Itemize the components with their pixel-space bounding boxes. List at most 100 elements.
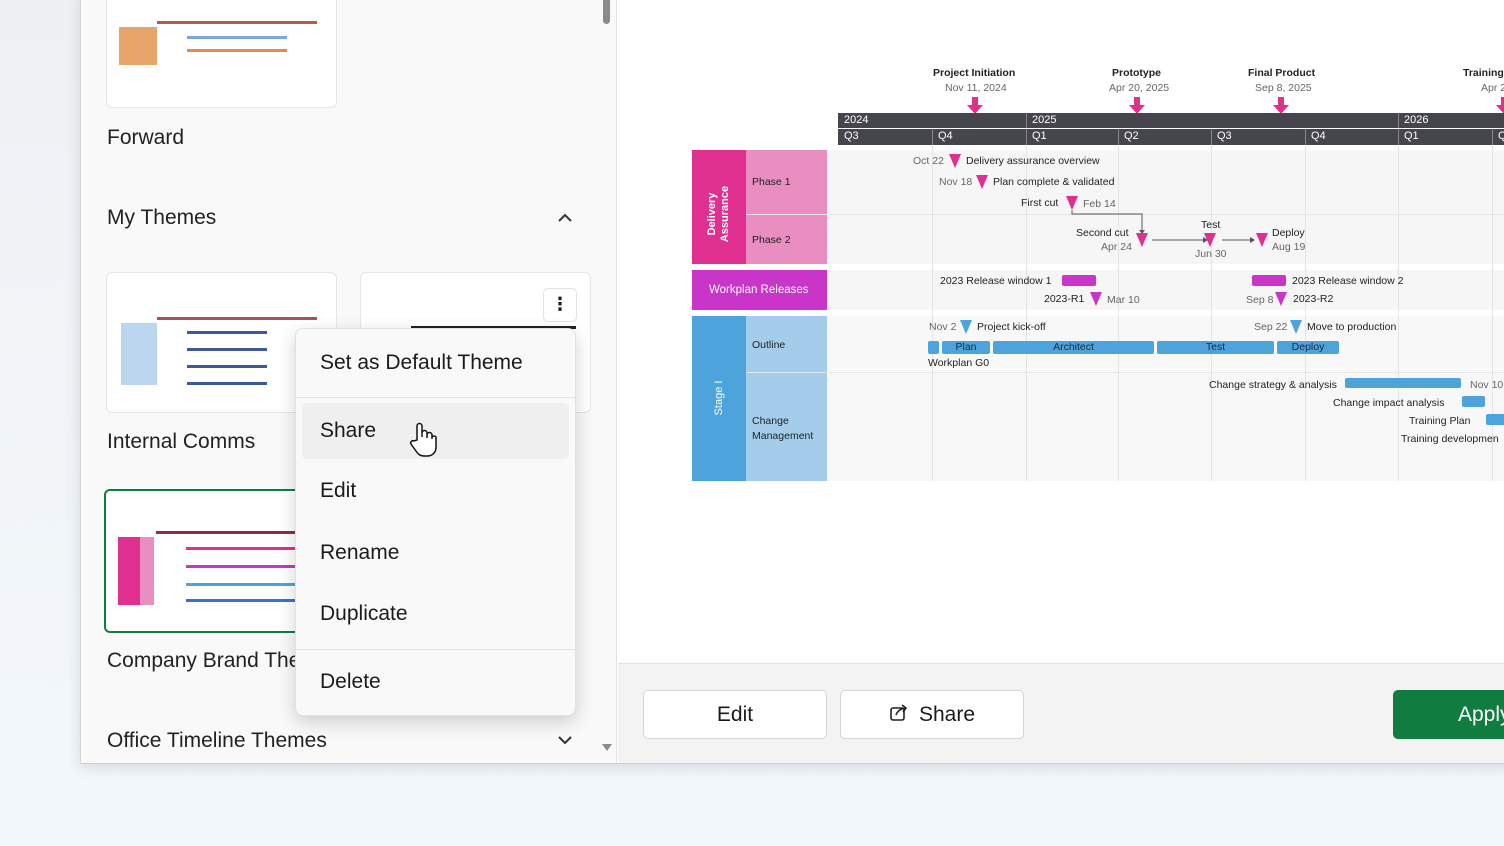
quarter-divider — [1211, 129, 1212, 145]
share-label: Share — [918, 702, 976, 726]
milestone-marker — [1204, 233, 1216, 247]
milestone-marker — [960, 320, 972, 334]
quarter-label: Q1 — [1404, 130, 1419, 142]
milestone-date: Aug 19 — [1272, 241, 1306, 253]
apply-button[interactable]: Apply — [1393, 690, 1504, 739]
swimlane-workplan-releases: Workplan Releases — [692, 270, 827, 310]
milestone-label: Test — [1201, 219, 1221, 231]
task-label: 2023 Release window 1 — [940, 275, 1052, 287]
milestone-title: Training — [1463, 67, 1504, 79]
milestone-label: Plan complete & validated — [993, 176, 1115, 188]
more-vertical-icon[interactable]: ⋮ — [543, 288, 577, 322]
milestone-title: Project Initiation — [933, 67, 1016, 79]
gridline — [1492, 145, 1493, 481]
task-lane-label: Outline — [752, 339, 786, 351]
task-bar — [1486, 414, 1504, 425]
task-label: Change strategy & analysis — [1209, 379, 1337, 391]
quarter-label: Q1 — [1032, 130, 1047, 142]
milestone-label: Project kick-off — [977, 321, 1046, 333]
milestone-title: Final Product — [1248, 67, 1316, 79]
task-bar-plan: Plan — [942, 341, 990, 354]
milestone-label: Second cut — [1076, 227, 1129, 239]
milestone-date: Nov 18 — [939, 176, 973, 188]
menu-item-set-default[interactable]: Set as Default Theme — [302, 335, 569, 391]
milestone-date: Apr 2 — [1481, 82, 1504, 94]
year-divider — [1026, 113, 1027, 128]
scrollbar-thumb[interactable] — [603, 0, 610, 24]
hand-cursor-icon — [408, 422, 438, 463]
milestone-date: Sep 8, 2025 — [1255, 82, 1312, 94]
quarter-divider — [1492, 129, 1493, 145]
task-bar — [1345, 378, 1461, 388]
milestone-marker — [1090, 292, 1102, 306]
menu-item-duplicate[interactable]: Duplicate — [302, 586, 569, 642]
gridline — [1398, 145, 1399, 481]
task-bar-test: Test — [1157, 341, 1274, 354]
milestone-date: Mar 10 — [1107, 294, 1140, 306]
lane-divider — [746, 372, 1504, 373]
quarter-label: Q2 — [1124, 130, 1139, 142]
task-label: 2023 Release window 2 — [1292, 275, 1404, 287]
task-bar-deploy: Deploy — [1277, 341, 1339, 354]
year-divider — [1398, 113, 1399, 128]
share-icon — [889, 702, 909, 728]
milestone-marker — [976, 175, 988, 189]
task-label: Training developmen — [1401, 433, 1499, 445]
chevron-up-icon[interactable] — [557, 210, 573, 226]
year-label: 2026 — [1404, 114, 1429, 126]
apply-label: Apply — [1458, 702, 1504, 726]
release-window-bar — [1062, 275, 1096, 286]
quarter-label: Q3 — [1217, 130, 1232, 142]
release-window-bar — [1252, 275, 1286, 286]
task-label: Training Plan — [1409, 415, 1471, 427]
quarter-divider — [932, 129, 933, 145]
chevron-down-icon[interactable] — [557, 732, 573, 748]
share-button[interactable]: Share — [840, 690, 1024, 739]
milestone-marker — [1290, 320, 1302, 334]
scroll-down-arrow[interactable] — [602, 744, 612, 751]
theme-name: Internal Comms — [107, 430, 256, 453]
quarter-divider — [1305, 129, 1306, 145]
menu-separator — [296, 649, 575, 650]
milestone-date: Oct 22 — [913, 155, 944, 167]
my-themes-heading: My Themes — [107, 206, 217, 229]
milestone-date: Nov 11, 2024 — [945, 82, 1007, 94]
gridline — [1211, 145, 1212, 481]
milestone-date: Apr 20, 2025 — [1109, 82, 1170, 94]
task-label: Workplan G0 — [928, 357, 990, 369]
gridline — [932, 145, 933, 481]
menu-item-edit[interactable]: Edit — [302, 463, 569, 519]
edit-label: Edit — [716, 702, 754, 726]
milestone-date: Sep 8 — [1246, 294, 1274, 306]
theme-thumbnail-forward[interactable] — [106, 0, 337, 108]
task-bar — [928, 341, 939, 354]
phase-label: Phase 1 — [752, 176, 791, 188]
milestone-title: Prototype — [1112, 67, 1162, 79]
quarter-divider — [1026, 129, 1027, 145]
task-bar-architect: Architect — [993, 341, 1154, 354]
task-date: Nov 10 — [1470, 379, 1504, 391]
task-lane-label: Change Management — [752, 415, 814, 442]
milestone-label: 2023-R2 — [1293, 293, 1334, 305]
edit-button[interactable]: Edit — [643, 690, 827, 739]
milestone-label: First cut — [1021, 197, 1059, 209]
quarter-divider — [1118, 129, 1119, 145]
menu-item-delete[interactable]: Delete — [302, 654, 569, 710]
quarter-label: Q4 — [938, 130, 953, 142]
theme-context-menu: Set as Default Theme Share Edit Rename D… — [295, 328, 576, 716]
milestone-label: Delivery assurance overview — [966, 155, 1100, 167]
menu-item-rename[interactable]: Rename — [302, 525, 569, 581]
milestone-date: Sep 22 — [1254, 321, 1288, 333]
quarter-divider — [1398, 129, 1399, 145]
swimlane-label: Stage I — [713, 380, 725, 416]
swimlane-label: Delivery Assurance — [706, 185, 731, 243]
menu-separator — [296, 397, 575, 398]
task-bar — [1462, 396, 1485, 407]
milestone-marker — [1136, 233, 1148, 247]
theme-name-forward: Forward — [107, 126, 185, 149]
quarter-label: Q4 — [1311, 130, 1326, 142]
office-timeline-themes-heading[interactable]: Office Timeline Themes — [107, 729, 597, 753]
milestone-label: Deploy — [1272, 227, 1305, 239]
quarter-label: Q3 — [844, 130, 859, 142]
year-label: 2024 — [844, 114, 869, 126]
